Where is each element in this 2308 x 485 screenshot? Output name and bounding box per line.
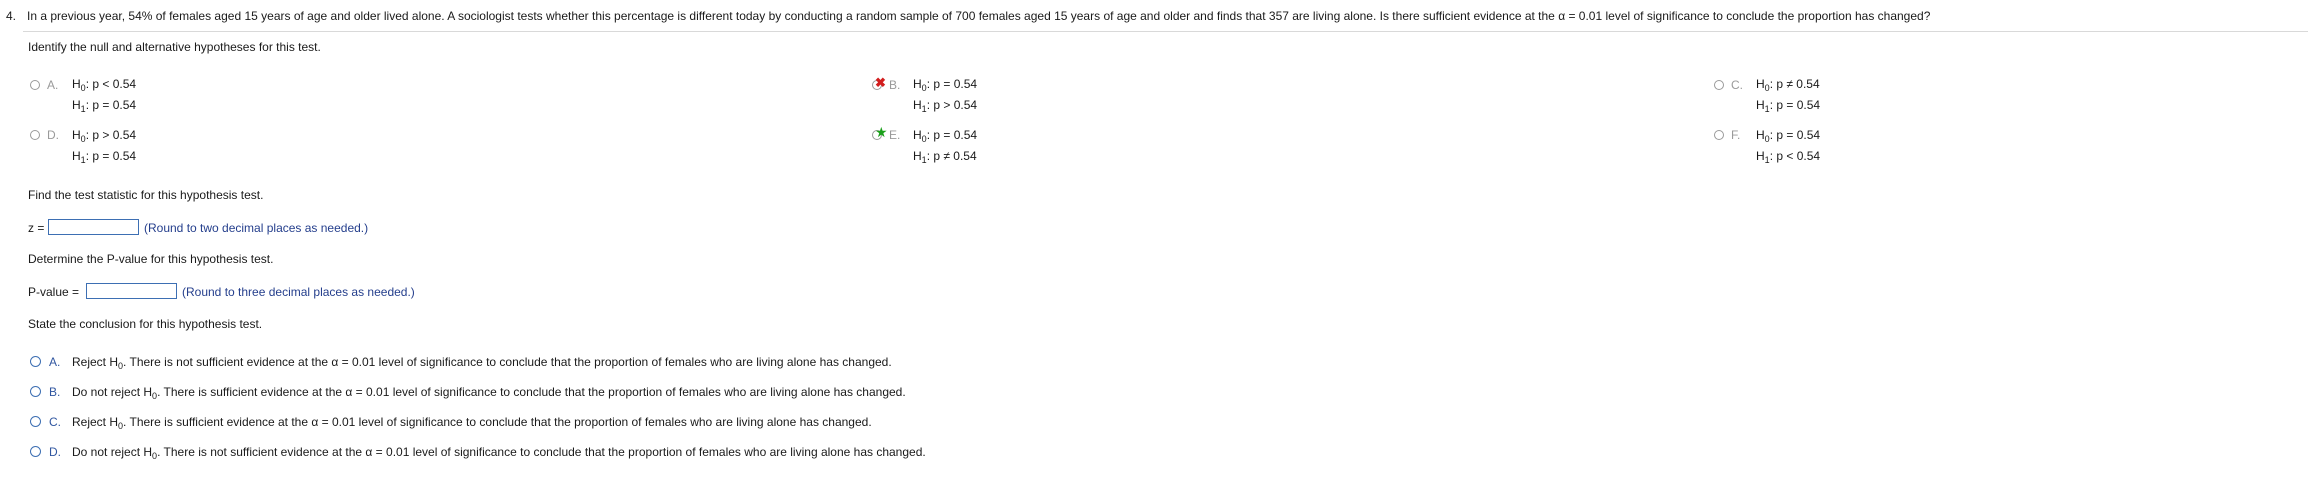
radio-button[interactable]	[30, 356, 41, 367]
alternative-hypothesis: H1: p = 0.54	[1756, 98, 1821, 114]
question-text: In a previous year, 54% of females aged …	[27, 9, 1931, 23]
radio-button[interactable]	[1714, 130, 1724, 140]
conclusion-instruction: State the conclusion for this hypothesis…	[28, 317, 263, 331]
p-value-input[interactable]	[86, 283, 177, 299]
hypotheses-instruction: Identify the null and alternative hypoth…	[28, 40, 321, 54]
z-input[interactable]	[48, 219, 139, 235]
null-hypothesis: H0: p = 0.54	[913, 77, 978, 93]
alternative-hypothesis: H1: p = 0.54	[72, 98, 137, 114]
radio-button[interactable]	[30, 386, 41, 397]
wrong-answer-icon: ✖	[875, 75, 886, 90]
option-letter: C.	[1731, 78, 1743, 92]
option-letter: A.	[49, 355, 61, 369]
p-value-label: P-value =	[28, 285, 80, 299]
radio-button[interactable]	[1714, 80, 1724, 90]
z-label: z =	[28, 221, 45, 235]
radio-button[interactable]	[30, 446, 41, 457]
conclusion-text: Do not reject H0. There is sufficient ev…	[72, 385, 906, 401]
alternative-hypothesis: H1: p < 0.54	[1756, 149, 1821, 165]
radio-button[interactable]	[30, 130, 40, 140]
alternative-hypothesis: H1: p = 0.54	[72, 149, 137, 165]
option-letter: D.	[49, 445, 61, 459]
alternative-hypothesis: H1: p ≠ 0.54	[913, 149, 977, 165]
null-hypothesis: H0: p ≠ 0.54	[1756, 77, 1820, 93]
null-hypothesis: H0: p = 0.54	[1756, 128, 1821, 144]
option-letter: B.	[889, 78, 901, 92]
option-letter: A.	[47, 78, 59, 92]
conclusion-text: Reject H0. There is sufficient evidence …	[72, 415, 872, 431]
radio-button[interactable]	[30, 80, 40, 90]
z-rounding-hint: (Round to two decimal places as needed.)	[144, 221, 369, 235]
option-letter: D.	[47, 128, 59, 142]
conclusion-text: Reject H0. There is not sufficient evide…	[72, 355, 892, 371]
radio-button[interactable]	[30, 416, 41, 427]
alternative-hypothesis: H1: p > 0.54	[913, 98, 978, 114]
option-letter: E.	[889, 128, 901, 142]
option-letter: B.	[49, 385, 61, 399]
null-hypothesis: H0: p < 0.54	[72, 77, 137, 93]
null-hypothesis: H0: p = 0.54	[913, 128, 978, 144]
test-statistic-instruction: Find the test statistic for this hypothe…	[28, 188, 264, 202]
p-value-rounding-hint: (Round to three decimal places as needed…	[182, 285, 415, 299]
divider	[23, 31, 2308, 32]
null-hypothesis: H0: p > 0.54	[72, 128, 137, 144]
p-value-instruction: Determine the P-value for this hypothesi…	[28, 252, 274, 266]
option-letter: C.	[49, 415, 61, 429]
correct-answer-star-icon: ★	[875, 124, 888, 140]
conclusion-text: Do not reject H0. There is not sufficien…	[72, 445, 926, 461]
option-letter: F.	[1731, 128, 1741, 142]
question-number: 4.	[6, 9, 17, 23]
